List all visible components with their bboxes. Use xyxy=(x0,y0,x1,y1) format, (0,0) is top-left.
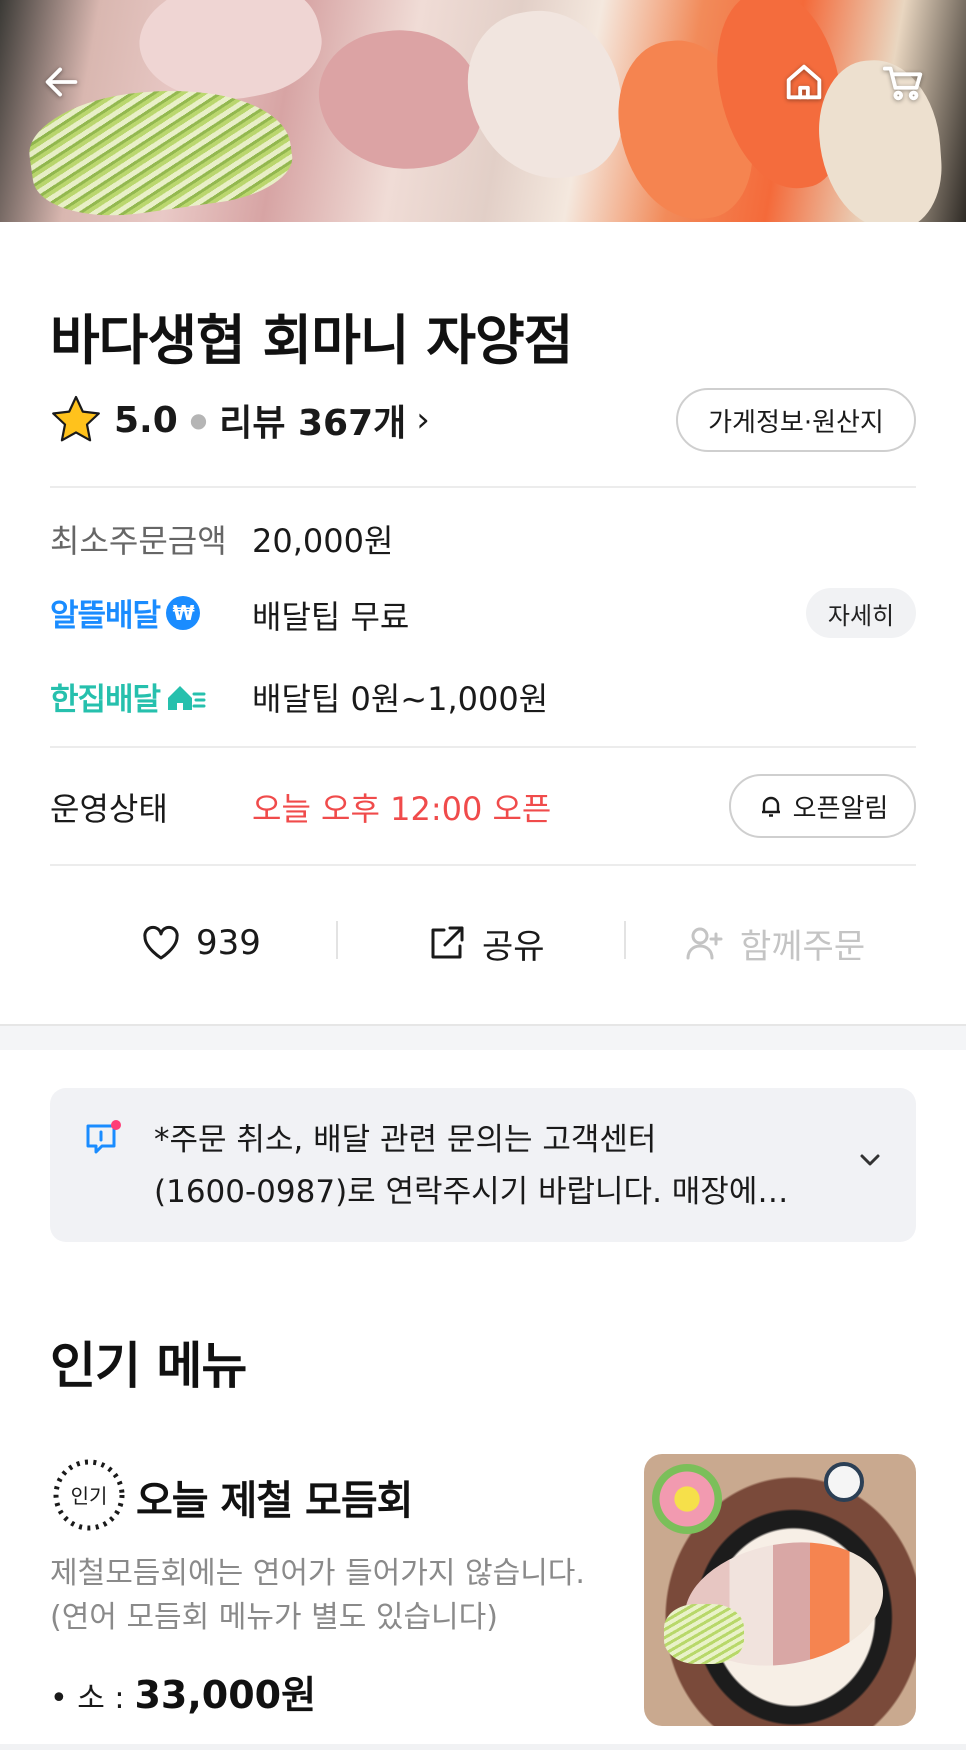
divider xyxy=(50,746,916,748)
back-button[interactable] xyxy=(32,52,92,112)
house-speed-icon xyxy=(168,685,206,710)
cart-icon xyxy=(882,66,923,101)
share-icon xyxy=(431,926,464,959)
popular-badge-label: 인기 xyxy=(71,1484,108,1508)
menu-price: 33,000원 xyxy=(134,1673,317,1717)
hanjip-brand-label: 한집배달 xyxy=(50,682,161,718)
menu-description: 제철모듬회에는 연어가 들어가지 않습니다. (연어 모듬회 메뉴가 별도 있습… xyxy=(50,1552,630,1640)
hanjip-delivery-tip: 배달팁 0원~1,000원 xyxy=(252,680,549,718)
share-label: 공유 xyxy=(482,926,545,967)
store-name: 바다생협 회마니 자양점 xyxy=(50,309,573,372)
divider xyxy=(0,1744,966,1750)
delivery-detail-button[interactable]: 자세히 xyxy=(806,588,916,638)
divider xyxy=(336,921,338,959)
star-icon xyxy=(52,395,100,442)
chevron-right-icon: › xyxy=(416,400,430,440)
menu-name: 오늘 제철 모듬회 xyxy=(136,1478,413,1524)
rating-row: 5.0 ● 리뷰 367개 › xyxy=(50,390,430,450)
rating-value: 5.0 xyxy=(114,399,178,441)
arrow-left-icon xyxy=(45,67,78,97)
open-alarm-button[interactable]: 오픈알림 xyxy=(729,774,916,838)
group-order-label: 함께주문 xyxy=(740,926,866,967)
home-button[interactable] xyxy=(774,52,834,112)
group-order-button[interactable]: 함께주문 xyxy=(684,910,865,976)
menu-desc-line-1: 제철모듬회에는 연어가 들어가지 않습니다. xyxy=(50,1556,585,1591)
cart-button[interactable] xyxy=(874,52,934,112)
notice-line-1: *주문 취소, 배달 관련 문의는 고객센터 xyxy=(154,1122,657,1158)
add-person-icon xyxy=(686,927,723,960)
review-count: 리뷰 367개 xyxy=(219,403,407,444)
open-alarm-label: 오픈알림 xyxy=(792,793,889,824)
store-notice[interactable]: *주문 취소, 배달 관련 문의는 고객센터 (1600-0987)로 연락주시… xyxy=(50,1088,916,1242)
menu-size: • 소 : xyxy=(50,1681,125,1716)
section-gap xyxy=(0,1024,966,1050)
store-info-button[interactable]: 가게정보·원산지 xyxy=(676,388,916,452)
menu-price-row: • 소 : 33,000원 xyxy=(50,1664,316,1719)
menu-photo[interactable] xyxy=(644,1454,916,1726)
divider xyxy=(50,864,916,866)
baemin-delivery-brand: 알뜰배달 ₩ xyxy=(50,590,201,635)
notice-chat-icon xyxy=(86,1120,121,1154)
min-order-value: 20,000원 xyxy=(252,522,394,560)
section-title-popular: 인기 메뉴 xyxy=(50,1337,247,1395)
like-count: 939 xyxy=(196,923,261,963)
baemin-delivery-tip: 배달팁 무료 xyxy=(252,598,410,636)
popular-badge-icon: 인기 xyxy=(53,1459,125,1531)
bell-icon xyxy=(761,796,780,817)
won-coin-icon: ₩ xyxy=(166,595,201,630)
divider xyxy=(624,921,626,959)
heart-icon xyxy=(143,925,179,960)
home-icon xyxy=(786,64,822,100)
status-value: 오늘 오후 12:00 오픈 xyxy=(252,790,552,828)
min-order-label: 최소주문금액 xyxy=(50,522,227,560)
baemin-brand-label: 알뜰배달 xyxy=(50,598,161,634)
like-button[interactable]: 939 xyxy=(140,910,261,976)
status-label: 운영상태 xyxy=(50,790,168,828)
notice-line-2: (1600-0987)로 연락주시기 바랍니다. 매장에… xyxy=(154,1174,789,1210)
hanjip-delivery-brand: 한집배달 xyxy=(50,674,206,719)
divider xyxy=(50,486,916,488)
review-link[interactable]: 리뷰 367개 › xyxy=(219,394,430,446)
menu-desc-line-2: (연어 모듬회 메뉴가 별도 있습니다) xyxy=(50,1600,498,1635)
chevron-down-icon[interactable] xyxy=(854,1144,886,1176)
notice-text: *주문 취소, 배달 관련 문의는 고객센터 (1600-0987)로 연락주시… xyxy=(154,1114,844,1218)
separator-dot: ● xyxy=(189,408,208,432)
share-button[interactable]: 공유 xyxy=(426,910,545,976)
